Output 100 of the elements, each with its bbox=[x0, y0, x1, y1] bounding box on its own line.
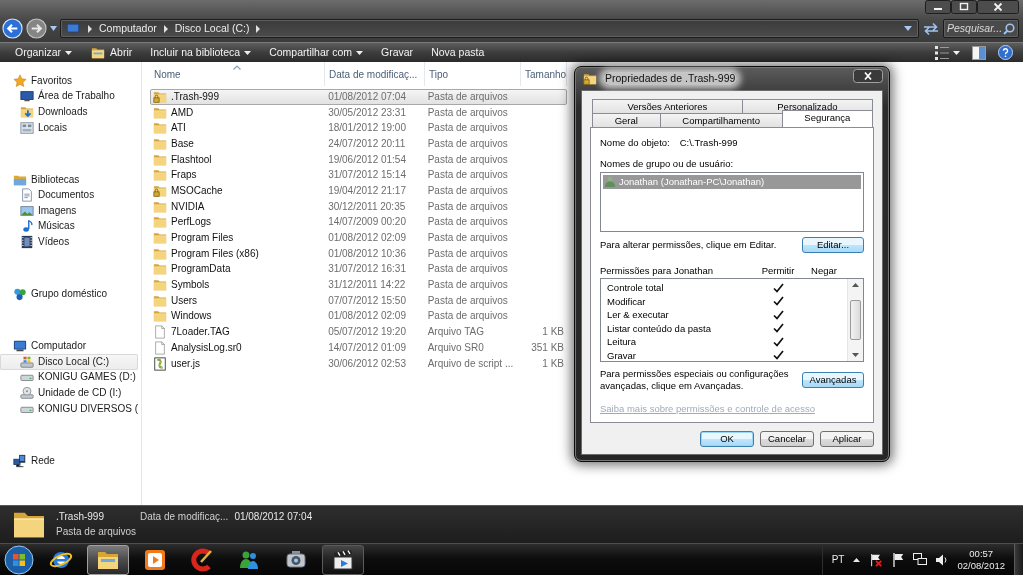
minimize-icon[interactable] bbox=[925, 0, 951, 14]
flag-cross-icon[interactable] bbox=[869, 552, 884, 567]
search-icon[interactable] bbox=[1003, 22, 1015, 35]
scroll-thumb[interactable] bbox=[850, 300, 861, 341]
tab[interactable]: Segurança bbox=[781, 110, 873, 127]
toolbar-button[interactable]: Compartilhar com bbox=[260, 43, 373, 62]
search-field[interactable]: Pesquisar... bbox=[943, 19, 1019, 38]
edit-button[interactable]: Editar... bbox=[802, 236, 864, 253]
nav-item[interactable]: Downloads bbox=[0, 104, 115, 120]
toolbar-button[interactable]: Nova pasta bbox=[422, 43, 494, 62]
nav-item[interactable]: Grupo doméstico bbox=[0, 286, 108, 302]
file-name[interactable]: Program Files bbox=[171, 232, 234, 245]
network-icon[interactable] bbox=[913, 553, 928, 566]
breadcrumb[interactable]: Disco Local (C:) bbox=[174, 22, 250, 35]
nav-item[interactable]: Bibliotecas bbox=[0, 171, 95, 188]
folder-icon bbox=[153, 152, 167, 167]
file-name[interactable]: AnalysisLog.sr0 bbox=[171, 341, 242, 354]
chevron-right-icon[interactable] bbox=[255, 24, 262, 33]
file-name[interactable]: Program Files (x86) bbox=[171, 247, 259, 260]
folder-icon bbox=[153, 105, 167, 120]
scroll-up-icon[interactable] bbox=[852, 283, 859, 288]
chevron-right-icon[interactable] bbox=[87, 24, 93, 33]
nav-item[interactable]: Favoritos bbox=[0, 73, 115, 89]
clock-date[interactable]: 02/08/2012 bbox=[957, 559, 1005, 572]
clapperboard-icon[interactable] bbox=[331, 547, 355, 572]
nav-item[interactable]: Documentos bbox=[0, 187, 95, 204]
toolbar-button[interactable]: Organizar bbox=[6, 43, 82, 62]
file-name[interactable]: AMD bbox=[171, 106, 194, 119]
nav-item[interactable]: Disco Local (C:) bbox=[0, 354, 138, 370]
file-name[interactable]: Windows bbox=[171, 310, 212, 323]
dialog-button[interactable]: Aplicar bbox=[820, 431, 874, 448]
window-icon bbox=[20, 120, 34, 135]
scrollbar[interactable] bbox=[847, 279, 863, 362]
file-name[interactable]: ATI bbox=[171, 122, 186, 135]
start-icon[interactable] bbox=[3, 544, 35, 575]
object-path: C:\.Trash-999 bbox=[679, 137, 738, 149]
date-text: 01/08/2012 02:09 bbox=[328, 310, 406, 323]
dialog-button[interactable]: Cancelar bbox=[760, 431, 814, 448]
flag-icon[interactable] bbox=[892, 552, 905, 567]
file-name[interactable]: MSOCache bbox=[171, 184, 223, 197]
show-desktop-button[interactable] bbox=[1014, 544, 1023, 575]
date-text: 31/07/2012 16:31 bbox=[328, 263, 406, 276]
caret-down-icon[interactable] bbox=[904, 26, 912, 31]
column-header[interactable]: Data de modificaç... bbox=[325, 62, 425, 86]
file-name[interactable]: PerfLogs bbox=[171, 216, 212, 229]
file-name[interactable]: Flashtool bbox=[171, 153, 212, 166]
view-options-icon[interactable] bbox=[935, 45, 949, 60]
nav-item[interactable]: Computador bbox=[0, 338, 138, 355]
nav-item[interactable]: Área de Trabalho bbox=[0, 88, 115, 105]
column-header[interactable]: Tipo bbox=[425, 62, 521, 86]
toolbar-button[interactable]: Incluir na biblioteca bbox=[141, 43, 261, 62]
nav-item[interactable]: Rede bbox=[0, 452, 55, 469]
selected-row[interactable]: .Trash-999 01/08/2012 07:04 Pasta de arquivos bbox=[150, 89, 567, 105]
breadcrumb[interactable]: Computador bbox=[99, 22, 157, 35]
file-name[interactable]: Symbols bbox=[171, 279, 210, 292]
file-name[interactable]: NVIDIA bbox=[171, 200, 205, 213]
scroll-down-icon[interactable] bbox=[852, 353, 859, 358]
file-name[interactable]: Fraps bbox=[171, 169, 197, 182]
brush-icon[interactable] bbox=[190, 547, 214, 572]
nav-item[interactable]: Unidade de CD (I:) bbox=[0, 385, 138, 401]
tab[interactable]: Geral bbox=[592, 113, 661, 127]
file-name[interactable]: .Trash-999 bbox=[171, 90, 219, 103]
close-icon[interactable] bbox=[977, 0, 1019, 14]
nav-item[interactable]: Vídeos bbox=[0, 234, 95, 250]
folder-icon bbox=[153, 231, 167, 246]
clock-time[interactable]: 00:57 bbox=[969, 547, 994, 560]
column-header[interactable]: Nome bbox=[150, 62, 325, 86]
speaker-icon[interactable] bbox=[936, 553, 949, 566]
nav-item[interactable]: KONIGU DIVERSOS ( bbox=[0, 400, 138, 417]
tab[interactable]: Compartilhamento bbox=[659, 113, 783, 127]
column-header[interactable]: Tamanho bbox=[521, 62, 567, 86]
nav-item[interactable]: Imagens bbox=[0, 203, 95, 219]
language-indicator[interactable]: PT bbox=[831, 553, 845, 566]
nav-item[interactable]: KONIGU GAMES (D:) bbox=[0, 369, 138, 386]
chevron-right-icon[interactable] bbox=[162, 24, 169, 33]
file-name[interactable]: Users bbox=[171, 294, 198, 307]
taskbar-button[interactable] bbox=[87, 544, 129, 575]
file-name[interactable]: Base bbox=[171, 137, 194, 150]
nav-item[interactable]: Músicas bbox=[0, 218, 95, 235]
help-icon[interactable] bbox=[998, 45, 1013, 60]
play-icon[interactable] bbox=[143, 547, 167, 572]
advanced-button[interactable]: Avançadas bbox=[802, 371, 864, 388]
caret-icon[interactable] bbox=[953, 50, 960, 55]
date-text: 14/07/2012 01:09 bbox=[328, 341, 406, 354]
maximize-icon[interactable] bbox=[951, 0, 977, 14]
file-name[interactable]: ProgramData bbox=[171, 263, 231, 276]
triangle-up-icon[interactable] bbox=[853, 557, 861, 562]
dialog-button[interactable]: OK bbox=[700, 431, 754, 448]
refresh-icon[interactable] bbox=[922, 21, 940, 36]
preview-pane-icon[interactable] bbox=[972, 45, 986, 60]
tab[interactable]: Versões Anteriores bbox=[592, 99, 743, 113]
nav-item[interactable]: Locais bbox=[0, 119, 115, 136]
address-bar[interactable]: Computador Disco Local (C:) bbox=[60, 19, 919, 38]
caret-down-icon[interactable] bbox=[50, 26, 57, 31]
close-icon[interactable] bbox=[853, 69, 883, 83]
file-name[interactable]: 7Loader.TAG bbox=[171, 326, 230, 339]
file-name[interactable]: user.js bbox=[171, 357, 200, 370]
taskbar-button[interactable] bbox=[322, 544, 364, 575]
toolbar-button[interactable]: Gravar bbox=[372, 43, 423, 62]
toolbar-button[interactable]: Abrir bbox=[81, 43, 142, 62]
